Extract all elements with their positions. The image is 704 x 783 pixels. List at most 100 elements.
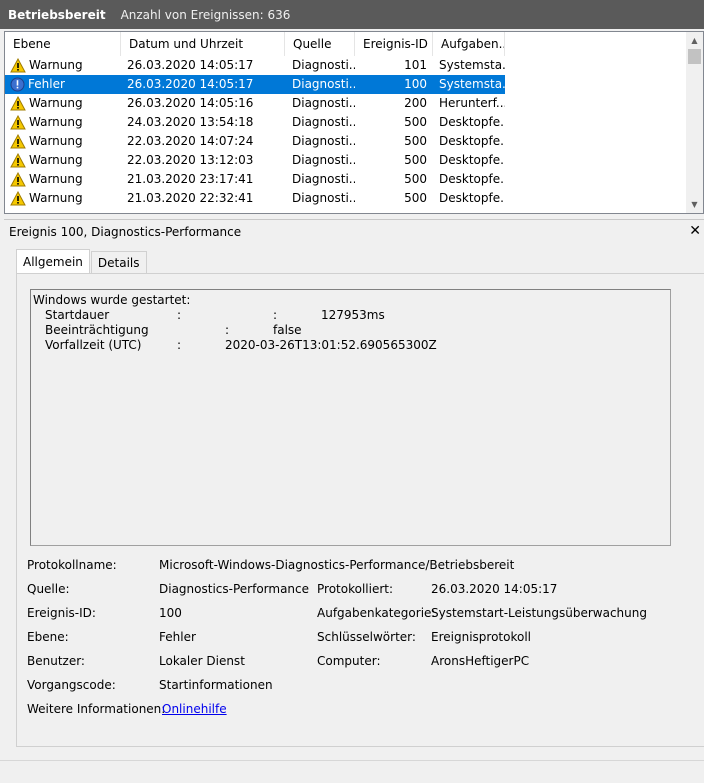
cell-date: 26.03.2020 14:05:17 [127, 58, 254, 72]
tab-allgemein[interactable]: Allgemein [16, 249, 90, 273]
table-row[interactable]: Warnung 22.03.2020 14:07:24 Diagnosti... 50… [5, 132, 505, 151]
message-separator: : [225, 323, 230, 337]
scrollbar-thumb[interactable] [688, 49, 701, 64]
message-label: Startdauer [45, 308, 110, 322]
cell-date: 26.03.2020 14:05:17 [127, 77, 254, 91]
close-icon[interactable]: ✕ [689, 223, 701, 239]
prop-label-source: Quelle: [27, 582, 70, 596]
cell-level: Warnung [5, 151, 121, 170]
table-row[interactable]: Warnung 21.03.2020 22:32:41 Diagnosti... 50… [5, 189, 505, 208]
scroll-down-icon[interactable]: ▼ [686, 196, 703, 213]
scroll-up-icon[interactable]: ▲ [686, 32, 703, 49]
column-header-level[interactable]: Ebene [5, 32, 121, 56]
cell-task: Desktopfe... [439, 134, 505, 148]
warning-icon [10, 191, 29, 206]
message-label: Vorfallzeit (UTC) [45, 338, 142, 352]
cell-level: Warnung [5, 94, 121, 113]
prop-label-level: Ebene: [27, 630, 69, 644]
table-row[interactable]: Warnung 24.03.2020 13:54:18 Diagnosti... 50… [5, 113, 505, 132]
cell-date: 22.03.2020 14:07:24 [127, 134, 254, 148]
event-list-header: Ebene Datum und Uhrzeit Quelle Ereignis-… [5, 32, 505, 56]
cell-event-id: 500 [404, 134, 427, 148]
event-message-box[interactable]: Windows wurde gestartet: Startdauer : : … [30, 289, 671, 546]
cell-date: 22.03.2020 13:12:03 [127, 153, 254, 167]
cell-level: Warnung [5, 113, 121, 132]
column-header-task[interactable]: Aufgaben... [433, 32, 505, 56]
warning-icon [10, 153, 29, 168]
table-row[interactable]: Warnung 21.03.2020 23:17:41 Diagnosti... 50… [5, 170, 505, 189]
event-list-scrollbar[interactable]: ▲ ▼ [686, 32, 703, 213]
cell-task: Desktopfe... [439, 191, 505, 205]
cell-event-id: 200 [404, 96, 427, 110]
message-separator: : [177, 308, 182, 322]
cell-level: Warnung [5, 132, 121, 151]
cell-task: Systemsta... [439, 77, 505, 91]
column-header-source[interactable]: Quelle [285, 32, 355, 56]
table-row[interactable]: Warnung 22.03.2020 13:12:03 Diagnosti... 50… [5, 151, 505, 170]
column-header-date[interactable]: Datum und Uhrzeit [121, 32, 285, 56]
log-title: Betriebsbereit [8, 7, 106, 22]
prop-value-user: Lokaler Dienst [159, 654, 245, 668]
cell-task: Systemsta... [439, 58, 505, 72]
event-list[interactable]: Ebene Datum und Uhrzeit Quelle Ereignis-… [4, 31, 704, 214]
prop-value-level: Fehler [159, 630, 196, 644]
prop-value-log-name: Microsoft-Windows-Diagnostics-Performanc… [159, 558, 515, 572]
message-heading: Windows wurde gestartet: [33, 293, 191, 307]
cell-event-id: 500 [404, 172, 427, 186]
prop-label-event-id: Ereignis-ID: [27, 606, 96, 620]
cell-level: Warnung [5, 170, 121, 189]
cell-event-id: 101 [404, 58, 427, 72]
cell-level-text: Warnung [29, 115, 83, 129]
error-icon [10, 77, 28, 92]
cell-source: Diagnosti... [292, 96, 355, 110]
table-row[interactable]: Fehler 26.03.2020 14:05:17 Diagnosti... 100… [5, 75, 505, 94]
event-detail-header: Ereignis 100, Diagnostics-Performance ✕ [4, 219, 704, 243]
online-help-link[interactable]: Onlinehilfe [162, 702, 227, 716]
cell-level-text: Warnung [29, 172, 83, 186]
cell-task: Desktopfe... [439, 115, 505, 129]
cell-source: Diagnosti... [292, 191, 355, 205]
cell-date: 21.03.2020 22:32:41 [127, 191, 254, 205]
cell-task: Herunterf... [439, 96, 505, 110]
cell-task: Desktopfe... [439, 172, 505, 186]
cell-level-text: Warnung [29, 134, 83, 148]
prop-value-computer: AronsHeftigerPC [431, 654, 530, 668]
warning-icon [10, 172, 29, 187]
cell-date: 26.03.2020 14:05:16 [127, 96, 254, 110]
column-header-event-id[interactable]: Ereignis-ID [355, 32, 433, 56]
message-label: Beeinträchtigung [45, 323, 149, 337]
event-properties: Protokollname: Microsoft-Windows-Diagnos… [27, 558, 697, 726]
prop-label-task-category: Aufgabenkategorie: [317, 606, 436, 620]
prop-label-log-name: Protokollname: [27, 558, 117, 572]
cell-level-text: Warnung [29, 58, 83, 72]
prop-label-logged: Protokolliert: [317, 582, 394, 596]
cell-date: 24.03.2020 13:54:18 [127, 115, 254, 129]
cell-source: Diagnosti... [292, 77, 355, 91]
table-row[interactable]: Warnung 26.03.2020 14:05:17 Diagnosti... 10… [5, 56, 505, 75]
cell-level-text: Warnung [29, 153, 83, 167]
cell-event-id: 100 [404, 77, 427, 91]
tab-details[interactable]: Details [90, 251, 147, 273]
prop-label-opcode: Vorgangscode: [27, 678, 116, 692]
message-separator: : [273, 308, 278, 322]
general-tab-panel: Windows wurde gestartet: Startdauer : : … [16, 273, 704, 747]
event-list-body: Warnung 26.03.2020 14:05:17 Diagnosti... 10… [5, 56, 505, 208]
cell-level-text: Warnung [29, 191, 83, 205]
cell-source: Diagnosti... [292, 115, 355, 129]
prop-value-opcode: Startinformationen [159, 678, 273, 692]
cell-level: Warnung [5, 189, 121, 208]
prop-label-more-info: Weitere Informationen: [27, 702, 166, 716]
warning-icon [10, 115, 29, 130]
table-row[interactable]: Warnung 26.03.2020 14:05:16 Diagnosti... 20… [5, 94, 505, 113]
cell-event-id: 500 [404, 153, 427, 167]
warning-icon [10, 96, 29, 111]
message-value: 127953ms [321, 308, 385, 322]
prop-value-task-category: Systemstart-Leistungsüberwachung [431, 606, 647, 620]
prop-label-computer: Computer: [317, 654, 381, 668]
cell-event-id: 500 [404, 191, 427, 205]
cell-source: Diagnosti... [292, 58, 355, 72]
cell-task: Desktopfe... [439, 153, 505, 167]
warning-icon [10, 58, 29, 73]
cell-level-text: Fehler [28, 77, 65, 91]
prop-value-source: Diagnostics-Performance [159, 582, 310, 596]
